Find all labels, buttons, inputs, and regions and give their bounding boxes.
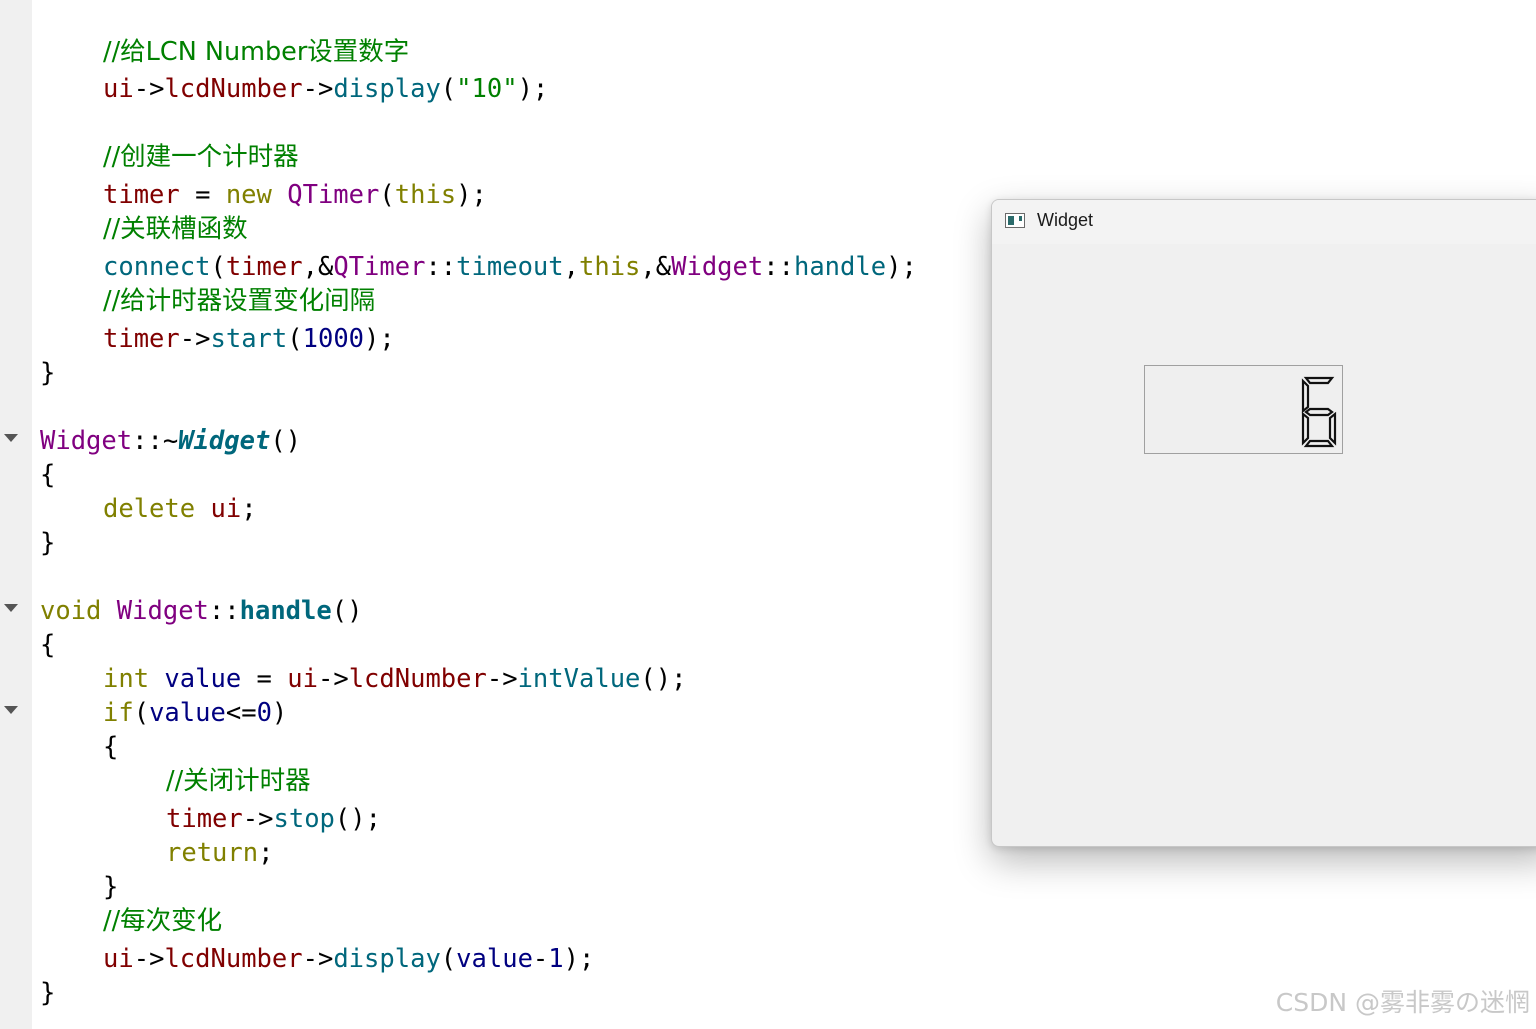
number-literal: 0 (256, 698, 272, 728)
code-comment: //给计时器设置变化间隔 (103, 286, 376, 316)
code-line: timer->stop(); (166, 804, 381, 834)
code-line: { (40, 460, 56, 490)
code-comment: //每次变化 (103, 906, 223, 936)
code-comment: //关联槽函数 (103, 214, 248, 244)
number-literal: 1 (548, 944, 564, 974)
window-titlebar[interactable]: Widget (992, 200, 1536, 244)
number-literal: 1000 (302, 324, 365, 354)
watermark: CSDN @雾非雾の迷惘 (1275, 988, 1530, 1017)
string-literal: "10" (456, 74, 518, 104)
lcd-number (1144, 365, 1343, 454)
app-icon (1005, 213, 1025, 228)
code-line: } (40, 978, 56, 1008)
window-title: Widget (1037, 210, 1094, 230)
fold-arrow-icon[interactable] (4, 604, 18, 612)
code-line: ui->lcdNumber->display("10"); (103, 74, 549, 104)
code-line: int value = ui->lcdNumber->intValue(); (103, 664, 687, 694)
code-line: } (40, 528, 56, 558)
code-line: } (103, 872, 119, 902)
code-comment: //创建一个计时器 (103, 142, 299, 172)
editor-gutter (0, 0, 32, 1029)
code-line: timer = new QTimer(this); (103, 180, 487, 210)
code-line: delete ui; (103, 494, 257, 524)
widget-window[interactable]: Widget (991, 199, 1536, 847)
code-line: timer->start(1000); (103, 324, 395, 354)
code-line: { (103, 732, 119, 762)
code-line: void Widget::handle() (40, 596, 363, 626)
code-line: } (40, 358, 56, 388)
code-comment: //给LCN Number设置数字 (103, 37, 410, 67)
code-line: connect(timer,&QTimer::timeout,this,&Wid… (103, 252, 917, 282)
code-line: ui->lcdNumber->display(value-1); (103, 944, 595, 974)
code-line: Widget::~Widget() (40, 426, 302, 456)
code-line: { (40, 630, 56, 660)
lcd-digit (1301, 376, 1337, 448)
fold-arrow-icon[interactable] (4, 706, 18, 714)
code-line: return; (166, 838, 274, 868)
fold-arrow-icon[interactable] (4, 434, 18, 442)
code-line: if(value<=0) (103, 698, 288, 728)
code-comment: //关闭计时器 (166, 766, 311, 796)
